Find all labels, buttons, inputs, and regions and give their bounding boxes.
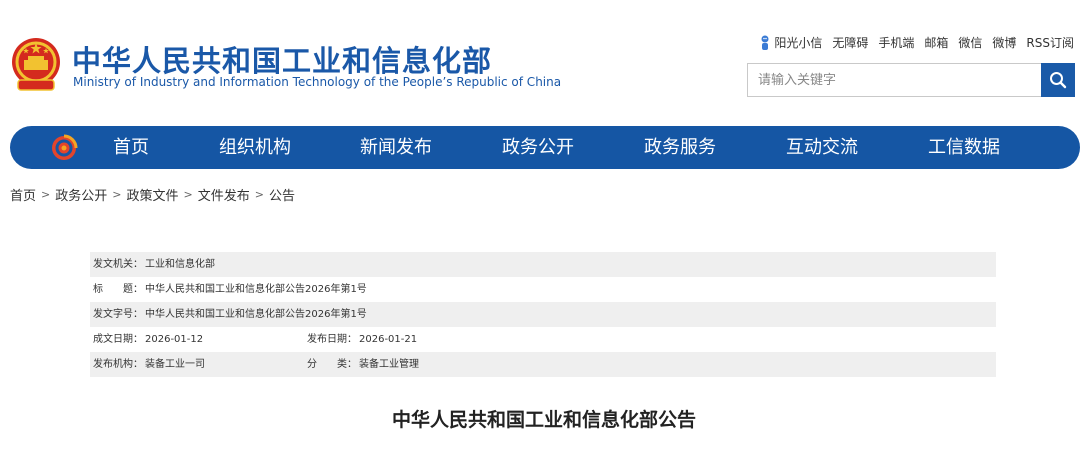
meta-label: 分 类：	[307, 359, 357, 370]
meta-label: 发布日期：	[307, 334, 357, 345]
top-links: 阳光小信 无障碍 手机端 邮箱 微信 微博 RSS订阅	[759, 34, 1074, 51]
breadcrumb-file-release[interactable]: 文件发布	[198, 185, 250, 204]
breadcrumb-announcement[interactable]: 公告	[269, 185, 295, 204]
toplink-mobile[interactable]: 手机端	[878, 34, 914, 51]
toplink-label: 邮箱	[924, 36, 949, 50]
national-emblem-icon	[12, 38, 60, 91]
meta-docno: 中华人民共和国工业和信息化部公告2026年第1号	[145, 309, 367, 320]
nav-home[interactable]: 首页	[113, 126, 149, 169]
mascot-icon	[761, 35, 769, 50]
meta-label: 发文机关：	[93, 259, 143, 270]
meta-label: 标 题：	[93, 284, 143, 295]
document-meta-table: 发文机关： 工业和信息化部 标 题： 中华人民共和国工业和信息化部公告2026年…	[90, 252, 996, 377]
site-title[interactable]: 中华人民共和国工业和信息化部	[72, 38, 492, 80]
document-heading: 中华人民共和国工业和信息化部公告	[391, 409, 696, 431]
meta-category: 装备工业管理	[359, 359, 419, 370]
site-header: 中华人民共和国工业和信息化部 Ministry of Industry and …	[0, 0, 1080, 122]
breadcrumb-separator: >	[112, 188, 122, 201]
search-input[interactable]	[748, 64, 1038, 96]
toplink-label: 微博	[992, 36, 1017, 50]
meta-row-org: 发布机构： 装备工业一司 分 类： 装备工业管理	[90, 352, 996, 377]
breadcrumb-policy-files[interactable]: 政策文件	[126, 185, 178, 204]
meta-row-issuer: 发文机关： 工业和信息化部	[90, 252, 996, 277]
toplink-sunshine[interactable]: 阳光小信	[759, 34, 822, 51]
toplink-accessibility[interactable]: 无障碍	[832, 34, 868, 51]
toplink-label: 无障碍	[832, 36, 869, 50]
search-icon	[1050, 72, 1067, 89]
toplink-label: 手机端	[878, 36, 915, 50]
nav-gov-services[interactable]: 政务服务	[644, 126, 716, 169]
toplink-rss[interactable]: RSS订阅	[1026, 34, 1074, 51]
breadcrumb-home[interactable]: 首页	[10, 185, 36, 204]
meta-label: 发文字号：	[93, 309, 143, 320]
meta-row-docno: 发文字号： 中华人民共和国工业和信息化部公告2026年第1号	[90, 302, 996, 327]
search-button[interactable]	[1041, 63, 1075, 97]
breadcrumb-separator: >	[41, 188, 51, 201]
toplink-weibo[interactable]: 微博	[992, 34, 1016, 51]
search-box	[747, 63, 1075, 97]
site-subtitle: Ministry of Industry and Information Tec…	[73, 75, 562, 89]
meta-created-date: 2026-01-12	[145, 334, 204, 345]
nav-interaction[interactable]: 互动交流	[786, 126, 858, 169]
nav-news[interactable]: 新闻发布	[360, 126, 432, 169]
meta-label: 发布机构：	[93, 359, 143, 370]
breadcrumb-gov-affairs[interactable]: 政务公开	[55, 185, 107, 204]
main-nav: 首页 组织机构 新闻发布 政务公开 政务服务 互动交流 工信数据	[10, 126, 1080, 169]
breadcrumb-separator: >	[254, 188, 264, 201]
meta-org: 装备工业一司	[145, 359, 205, 370]
meta-row-dates: 成文日期： 2026-01-12 发布日期： 2026-01-21	[90, 327, 996, 352]
meta-title: 中华人民共和国工业和信息化部公告2026年第1号	[145, 284, 367, 295]
toplink-mail[interactable]: 邮箱	[924, 34, 948, 51]
toplink-label: 微信	[958, 36, 983, 50]
nav-gov-affairs[interactable]: 政务公开	[502, 126, 574, 169]
meta-label: 成文日期：	[93, 334, 143, 345]
meta-published-date: 2026-01-21	[359, 334, 418, 345]
toplink-label: RSS订阅	[1026, 36, 1074, 50]
nav-organization[interactable]: 组织机构	[219, 126, 291, 169]
meta-issuer: 工业和信息化部	[145, 259, 215, 270]
ministry-logo-icon	[52, 134, 78, 160]
breadcrumb: 首页 > 政务公开 > 政策文件 > 文件发布 > 公告	[10, 185, 295, 204]
toplink-wechat[interactable]: 微信	[958, 34, 982, 51]
toplink-label: 阳光小信	[774, 36, 823, 50]
meta-row-title: 标 题： 中华人民共和国工业和信息化部公告2026年第1号	[90, 277, 996, 302]
nav-data[interactable]: 工信数据	[928, 126, 1000, 169]
breadcrumb-separator: >	[183, 188, 193, 201]
